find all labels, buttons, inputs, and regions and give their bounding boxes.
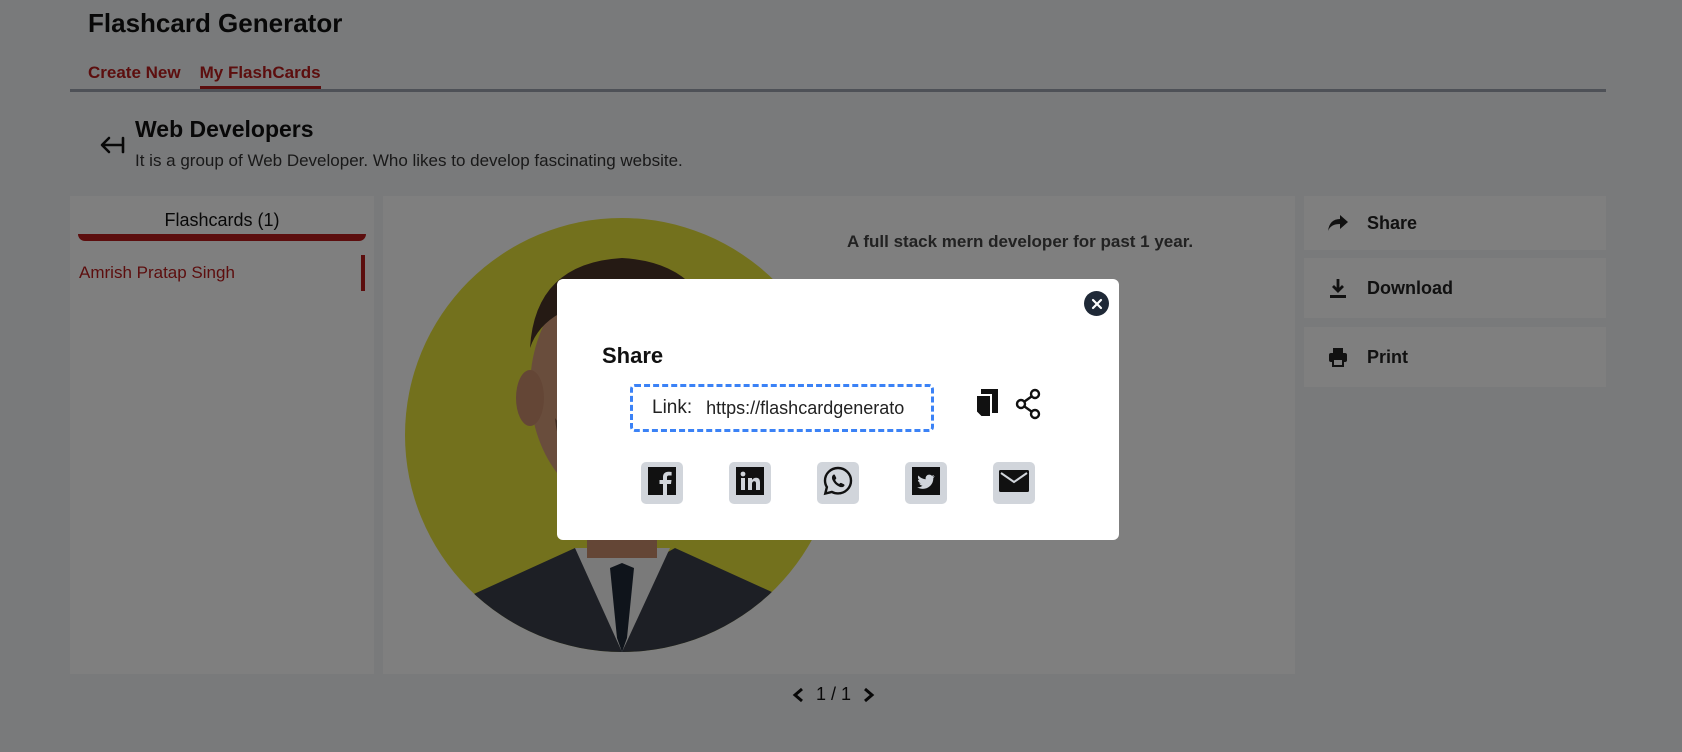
facebook-share-button[interactable] bbox=[641, 462, 683, 504]
linkedin-icon bbox=[736, 466, 764, 500]
share-link-box: Link: bbox=[630, 384, 934, 432]
share-modal: Share Link: bbox=[557, 279, 1119, 540]
copy-icon[interactable] bbox=[972, 387, 1002, 421]
share-link-input[interactable] bbox=[706, 397, 907, 419]
twitter-icon bbox=[912, 466, 940, 500]
twitter-share-button[interactable] bbox=[905, 462, 947, 504]
whatsapp-share-button[interactable] bbox=[817, 462, 859, 504]
modal-title: Share bbox=[602, 343, 664, 368]
link-label: Link: bbox=[652, 397, 693, 418]
email-icon bbox=[998, 468, 1030, 499]
close-icon[interactable] bbox=[1084, 291, 1109, 316]
linkedin-share-button[interactable] bbox=[729, 462, 771, 504]
share-network-icon[interactable] bbox=[1013, 388, 1043, 420]
facebook-icon bbox=[648, 466, 676, 500]
whatsapp-icon bbox=[822, 465, 854, 502]
email-share-button[interactable] bbox=[993, 462, 1035, 504]
